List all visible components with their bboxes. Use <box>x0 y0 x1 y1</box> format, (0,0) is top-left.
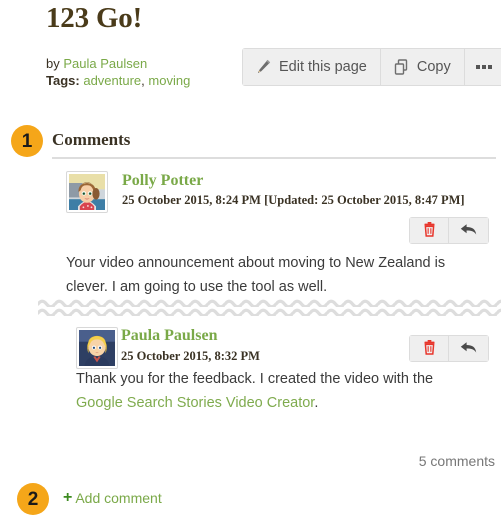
comment-actions <box>409 217 489 244</box>
tag-link-moving[interactable]: moving <box>148 73 190 88</box>
comments-heading: Comments <box>52 130 131 149</box>
comment-count: 5 comments <box>418 453 495 469</box>
comment-author-link[interactable]: Polly Potter <box>122 172 203 190</box>
byline-prefix: by <box>46 56 60 71</box>
page-action-toolbar: Edit this page Copy <box>242 48 501 86</box>
tags-row: Tags: adventure, moving <box>46 72 190 89</box>
comment-body: Thank you for the feedback. I created th… <box>76 367 476 415</box>
callout-badge-2: 2 <box>17 483 49 515</box>
comment-body: Your video announcement about moving to … <box>66 255 446 295</box>
tags-label: Tags: <box>46 73 80 88</box>
comment-author-link[interactable]: Paula Paulsen <box>121 327 217 345</box>
comments-heading-divider <box>52 157 496 159</box>
delete-comment-button[interactable] <box>410 218 449 243</box>
comment-actions <box>409 335 489 362</box>
byline-author-row: by Paula Paulsen <box>46 55 190 72</box>
trash-icon <box>423 339 436 358</box>
add-comment-link[interactable]: + Add comment <box>63 489 162 507</box>
author-link[interactable]: Paula Paulsen <box>63 56 147 71</box>
video-creator-link[interactable]: Google Search Stories Video Creator <box>76 395 314 411</box>
reply-arrow-icon <box>460 222 477 240</box>
byline-block: by Paula Paulsen Tags: adventure, moving <box>46 55 190 89</box>
comment-date: 25 October 2015, 8:32 PM <box>121 349 260 363</box>
edit-this-page-button[interactable]: Edit this page <box>243 49 381 85</box>
trash-icon <box>423 221 436 240</box>
avatar[interactable] <box>66 171 108 213</box>
reply-comment-button[interactable] <box>449 336 488 361</box>
avatar[interactable] <box>76 327 118 369</box>
comment-body-prefix: Thank you for the feedback. I created th… <box>76 371 434 387</box>
page-title: 123 Go! <box>46 2 143 34</box>
comment-date: 25 October 2015, 8:24 PM [Updated: 25 Oc… <box>122 193 465 207</box>
tag-link-adventure[interactable]: adventure <box>83 73 141 88</box>
ellipsis-icon <box>475 65 492 69</box>
pencil-icon <box>256 59 272 75</box>
more-actions-button[interactable] <box>464 49 501 85</box>
comment-body-suffix: . <box>314 395 319 411</box>
reply-comment-button[interactable] <box>449 218 488 243</box>
plus-icon: + <box>63 489 73 506</box>
wavy-divider <box>38 298 501 316</box>
callout-badge-1: 1 <box>11 125 43 157</box>
copy-icon <box>394 58 410 76</box>
delete-comment-button[interactable] <box>410 336 449 361</box>
add-comment-label: Add comment <box>75 490 162 506</box>
copy-button[interactable]: Copy <box>380 49 465 85</box>
edit-this-page-label: Edit this page <box>279 59 367 75</box>
reply-arrow-icon <box>460 340 477 358</box>
copy-label: Copy <box>416 59 451 75</box>
